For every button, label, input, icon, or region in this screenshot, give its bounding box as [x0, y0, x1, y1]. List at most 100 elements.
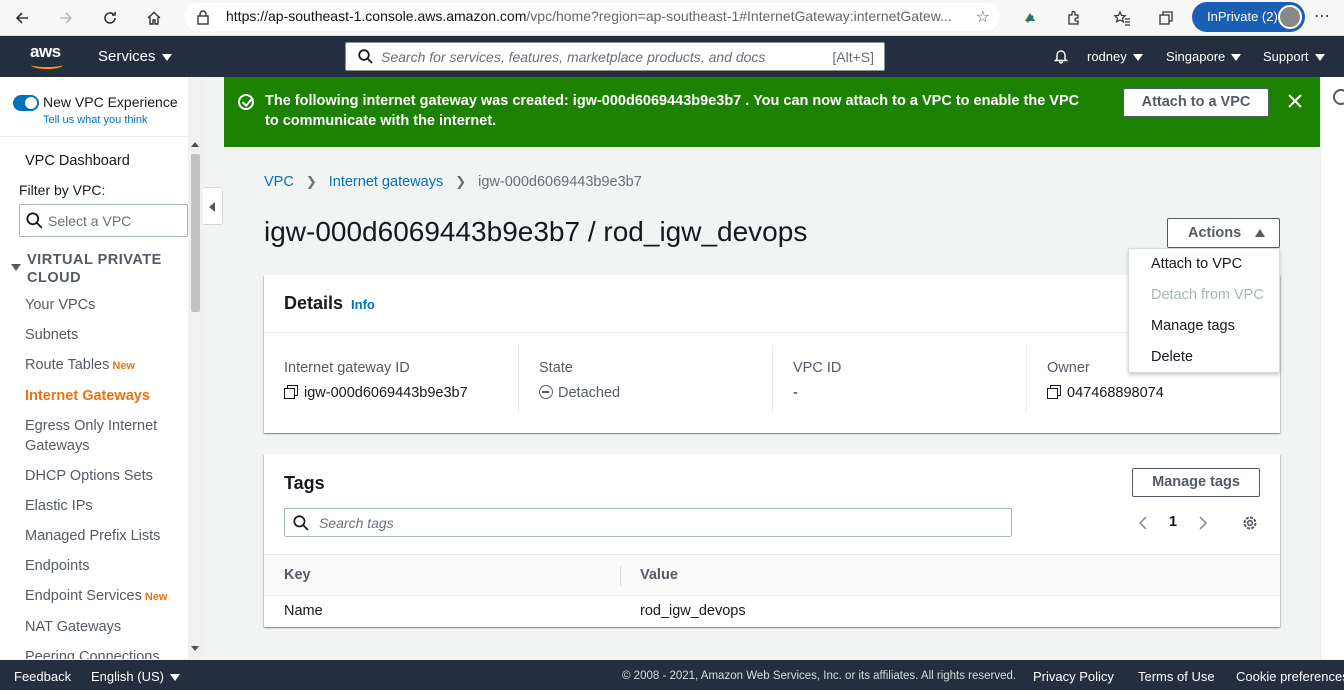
- vpc-filter-input[interactable]: Select a VPC: [19, 204, 188, 237]
- info-link[interactable]: Info: [351, 297, 375, 312]
- favorite-add-icon[interactable]: ☆: [976, 7, 990, 26]
- success-flash-banner: The following internet gateway was creat…: [224, 77, 1320, 147]
- breadcrumb: VPC ❯ Internet gateways ❯ igw-000d6069443b9e…: [264, 174, 642, 190]
- browser-toolbar: https://ap-southeast-1.console.aws.amazo…: [0, 0, 1344, 36]
- collections-icon[interactable]: [1152, 4, 1180, 32]
- search-icon: [293, 515, 309, 531]
- manage-tags-button[interactable]: Manage tags: [1132, 468, 1260, 497]
- menu-item-delete[interactable]: Delete: [1151, 349, 1193, 365]
- support-menu[interactable]: Support: [1263, 49, 1325, 64]
- caret-up-icon: [1255, 229, 1265, 237]
- stopped-status-icon: [539, 385, 553, 399]
- flash-message: The following internet gateway was creat…: [265, 93, 1080, 129]
- sidebar-item-route-tables[interactable]: Route Tables New: [25, 355, 185, 376]
- close-icon[interactable]: [1286, 92, 1304, 110]
- sidebar-item-managed-prefix-lists[interactable]: Managed Prefix Lists: [25, 526, 185, 546]
- refresh-icon[interactable]: [96, 4, 124, 32]
- section-virtual-private-cloud[interactable]: VIRTUAL PRIVATE CLOUD: [27, 251, 162, 287]
- copyright-text: © 2008 - 2021, Amazon Web Services, Inc.…: [622, 670, 1017, 682]
- owner-value: 047468898074: [1047, 385, 1164, 401]
- home-icon[interactable]: [140, 4, 168, 32]
- vpc-id-value: -: [793, 385, 798, 401]
- menu-item-manage-tags[interactable]: Manage tags: [1151, 318, 1235, 334]
- table-header: Key Value: [264, 554, 1280, 596]
- forward-icon[interactable]: [52, 4, 80, 32]
- details-heading-text: Details: [284, 293, 344, 313]
- global-search-input[interactable]: Search for services, features, marketpla…: [345, 42, 885, 71]
- tags-panel: Tags Manage tags Search tags 1 Key Value…: [264, 454, 1280, 627]
- address-bar[interactable]: https://ap-southeast-1.console.aws.amazo…: [184, 3, 1000, 31]
- feedback-link[interactable]: Tell us what you think: [43, 114, 148, 126]
- gear-icon[interactable]: [1241, 514, 1259, 532]
- breadcrumb-internet-gateways[interactable]: Internet gateways: [329, 174, 443, 190]
- extension-icon[interactable]: [1016, 4, 1044, 32]
- cookie-preferences-link[interactable]: Cookie preferences: [1236, 669, 1344, 684]
- actions-dropdown-menu: Attach to VPC Detach from VPC Manage tag…: [1128, 248, 1280, 373]
- sidebar-item-dhcp-options-sets[interactable]: DHCP Options Sets: [25, 466, 185, 486]
- language-selector[interactable]: English (US): [91, 669, 180, 684]
- back-icon[interactable]: [8, 4, 36, 32]
- region-label: Singapore: [1166, 49, 1226, 64]
- scroll-down-icon[interactable]: [191, 646, 199, 651]
- vpc-id-label: VPC ID: [793, 360, 842, 376]
- state-text: Detached: [558, 385, 621, 401]
- url-text: https://ap-southeast-1.console.aws.amazo…: [226, 8, 956, 24]
- divider: [772, 345, 773, 413]
- sidebar-item-egress-only-internet-gateways[interactable]: Egress Only Internet Gateways: [25, 416, 185, 456]
- page-number[interactable]: 1: [1169, 514, 1177, 530]
- copy-icon[interactable]: [1047, 385, 1061, 399]
- terms-of-use-link[interactable]: Terms of Use: [1138, 669, 1215, 684]
- sidebar-item-endpoint-services[interactable]: Endpoint Services New: [25, 586, 185, 607]
- support-label: Support: [1263, 49, 1309, 64]
- sidebar-item-endpoints[interactable]: Endpoints: [25, 556, 185, 576]
- help-panel-toggle[interactable]: [1320, 77, 1344, 659]
- services-menu[interactable]: Services: [98, 48, 172, 65]
- details-heading: Details Info: [284, 293, 375, 314]
- bell-icon[interactable]: [1053, 48, 1069, 64]
- breadcrumb-vpc[interactable]: VPC: [264, 174, 294, 190]
- sidebar-item-internet-gateways[interactable]: Internet Gateways: [25, 386, 185, 406]
- puzzle-icon[interactable]: [1060, 4, 1088, 32]
- caret-down-icon: [161, 53, 172, 61]
- table-cell-key: Name: [284, 603, 323, 619]
- collapse-sidebar-button[interactable]: [203, 187, 223, 225]
- footer: Feedback English (US) © 2008 - 2021, Ama…: [0, 660, 1344, 690]
- tag-search-input[interactable]: Search tags: [284, 508, 1012, 537]
- privacy-policy-link[interactable]: Privacy Policy: [1033, 669, 1114, 684]
- column-divider[interactable]: [620, 566, 621, 586]
- sidebar-item-elastic-ips[interactable]: Elastic IPs: [25, 496, 185, 516]
- sidebar-item-subnets[interactable]: Subnets: [25, 325, 185, 345]
- caret-down-icon: [1231, 54, 1242, 62]
- aws-logo[interactable]: aws: [30, 42, 66, 72]
- sidebar-item-vpc-dashboard[interactable]: VPC Dashboard: [25, 151, 185, 171]
- actions-button[interactable]: Actions: [1167, 218, 1280, 248]
- caret-down-icon[interactable]: [11, 264, 21, 271]
- feedback-button[interactable]: Feedback: [14, 669, 71, 684]
- search-shortcut: [Alt+S]: [832, 49, 874, 65]
- column-header-key[interactable]: Key: [284, 567, 311, 583]
- more-icon[interactable]: ⋯: [1314, 6, 1330, 26]
- new-vpc-experience-toggle[interactable]: [13, 95, 39, 111]
- chevron-left-icon[interactable]: [1138, 516, 1148, 530]
- sidebar-item-your-vpcs[interactable]: Your VPCs: [25, 295, 185, 315]
- chevron-right-icon: ❯: [305, 174, 317, 189]
- favorites-icon[interactable]: [1108, 4, 1136, 32]
- attach-to-vpc-button[interactable]: Attach to a VPC: [1123, 88, 1269, 117]
- scroll-up-icon[interactable]: [191, 142, 199, 147]
- filter-label: Filter by VPC:: [19, 182, 106, 198]
- inprivate-button[interactable]: InPrivate (2): [1192, 2, 1305, 32]
- search-icon: [358, 49, 373, 64]
- sidebar-item-nat-gateways[interactable]: NAT Gateways: [25, 617, 185, 637]
- sidebar-scroll-thumb[interactable]: [191, 154, 200, 312]
- chevron-right-icon[interactable]: [1198, 516, 1208, 530]
- region-menu[interactable]: Singapore: [1166, 49, 1242, 64]
- user-menu[interactable]: rodney: [1087, 49, 1143, 64]
- sidebar-item-peering-connections[interactable]: Peering Connections: [25, 647, 185, 659]
- chevron-right-icon: ❯: [455, 174, 467, 189]
- owner-label: Owner: [1047, 360, 1090, 376]
- column-header-value[interactable]: Value: [640, 567, 678, 583]
- menu-item-attach-to-vpc[interactable]: Attach to VPC: [1151, 256, 1242, 272]
- sidebar-item-label: Endpoint Services: [25, 588, 142, 604]
- breadcrumb-current: igw-000d6069443b9e3b7: [478, 174, 642, 190]
- copy-icon[interactable]: [284, 385, 298, 399]
